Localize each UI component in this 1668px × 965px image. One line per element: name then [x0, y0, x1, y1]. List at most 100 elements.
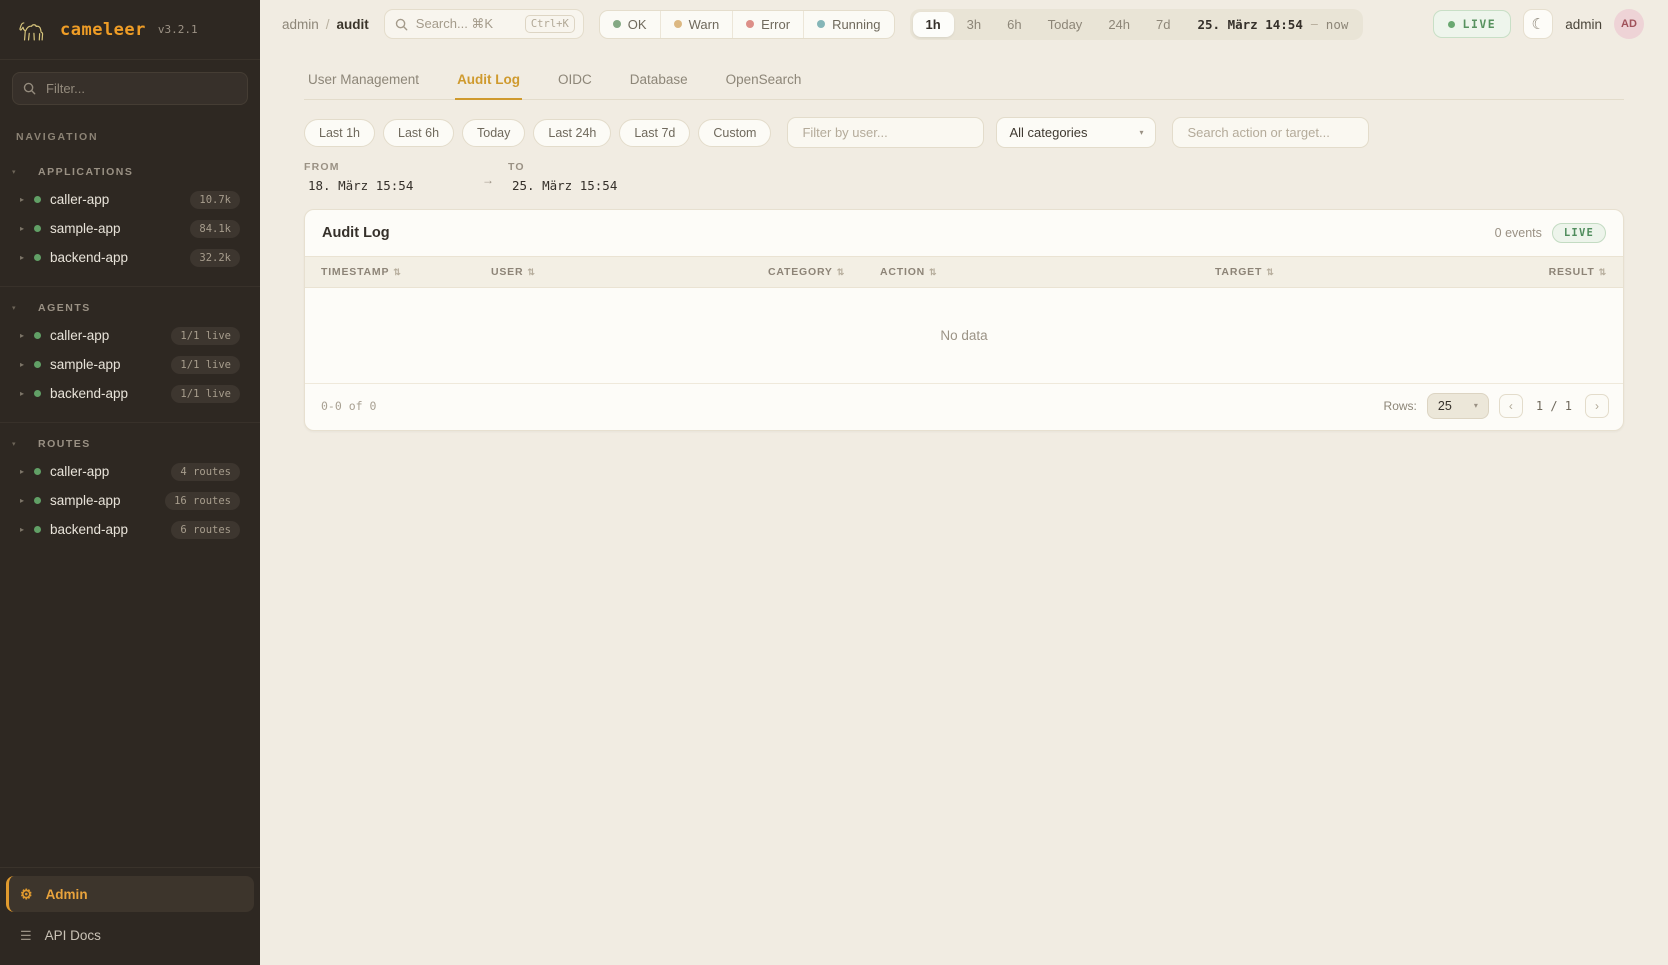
- error-dot-icon: [746, 20, 754, 28]
- sidebar-item-routes-sample-app[interactable]: ▸ sample-app 16 routes: [0, 486, 260, 515]
- column-header-result[interactable]: RESULT ⇅: [1523, 266, 1607, 278]
- previous-page-button[interactable]: ‹: [1499, 394, 1523, 418]
- chevron-right-icon: ▸: [20, 196, 33, 204]
- chip-custom[interactable]: Custom: [698, 119, 771, 147]
- list-icon: ☰: [20, 929, 32, 942]
- status-filter-error[interactable]: Error: [732, 11, 803, 38]
- moon-icon: ☾: [1531, 15, 1544, 33]
- item-badge: 1/1 live: [171, 385, 240, 403]
- chevron-down-icon: ▾: [12, 305, 22, 312]
- sidebar-item-routes-backend-app[interactable]: ▸ backend-app 6 routes: [0, 515, 260, 544]
- sort-icon: ⇅: [1266, 267, 1274, 278]
- chip-last-24h[interactable]: Last 24h: [533, 119, 611, 147]
- tab-opensearch[interactable]: OpenSearch: [724, 60, 804, 99]
- breadcrumb-current: audit: [337, 17, 369, 32]
- tab-user-management[interactable]: User Management: [306, 60, 421, 99]
- tab-database[interactable]: Database: [628, 60, 690, 99]
- column-label: TARGET: [1215, 266, 1262, 278]
- time-range-24h[interactable]: 24h: [1095, 12, 1143, 37]
- sidebar-item-applications-backend-app[interactable]: ▸ backend-app 32.2k: [0, 243, 260, 272]
- sidebar-item-agents-backend-app[interactable]: ▸ backend-app 1/1 live: [0, 379, 260, 408]
- nav-group-applications: ▾ APPLICATIONS ▸ caller-app 10.7k ▸ samp…: [0, 151, 260, 282]
- status-filter-running[interactable]: Running: [803, 11, 893, 38]
- item-label: sample-app: [50, 221, 121, 236]
- sort-icon: ⇅: [837, 267, 845, 278]
- camel-logo-icon: [16, 13, 50, 47]
- audit-filters-row: Last 1h Last 6h Today Last 24h Last 7d C…: [304, 117, 1624, 148]
- chevron-right-icon: ▸: [20, 225, 33, 233]
- dark-mode-toggle[interactable]: ☾: [1523, 9, 1553, 39]
- status-label: Running: [832, 17, 880, 32]
- column-header-category[interactable]: CATEGORY ⇅: [768, 266, 880, 278]
- sidebar-item-applications-sample-app[interactable]: ▸ sample-app 84.1k: [0, 214, 260, 243]
- live-label: LIVE: [1463, 17, 1497, 31]
- status-dot: [34, 225, 41, 232]
- column-header-user[interactable]: USER ⇅: [491, 266, 768, 278]
- card-title: Audit Log: [322, 225, 390, 241]
- sidebar-item-agents-caller-app[interactable]: ▸ caller-app 1/1 live: [0, 321, 260, 350]
- column-label: ACTION: [880, 266, 925, 278]
- events-count: 0 events: [1495, 226, 1542, 240]
- sidebar-item-routes-caller-app[interactable]: ▸ caller-app 4 routes: [0, 457, 260, 486]
- action-target-search-field: [1172, 117, 1369, 148]
- from-value[interactable]: 18. März 15:54: [304, 178, 482, 193]
- column-header-timestamp[interactable]: TIMESTAMP ⇅: [321, 266, 491, 278]
- sidebar-filter-input[interactable]: [44, 80, 237, 97]
- main-area: admin / audit Search... ⌘K Ctrl+K OK War: [260, 0, 1668, 965]
- chevron-right-icon: ▸: [20, 254, 33, 262]
- chevron-down-icon: ▾: [1474, 402, 1478, 410]
- user-filter-input[interactable]: [800, 124, 971, 141]
- live-toggle-button[interactable]: LIVE: [1433, 10, 1512, 38]
- chip-last-6h[interactable]: Last 6h: [383, 119, 454, 147]
- sort-icon: ⇅: [393, 267, 401, 278]
- brand-name: cameleer: [60, 20, 146, 40]
- global-search[interactable]: Search... ⌘K Ctrl+K: [384, 9, 584, 39]
- brand-header: cameleer v3.2.1: [0, 0, 260, 60]
- time-range-7d[interactable]: 7d: [1143, 12, 1183, 37]
- rows-per-page-select[interactable]: 25 ▾: [1427, 393, 1489, 419]
- action-target-search-input[interactable]: [1185, 124, 1356, 141]
- chip-last-7d[interactable]: Last 7d: [619, 119, 690, 147]
- time-range-today[interactable]: Today: [1035, 12, 1096, 37]
- topbar: admin / audit Search... ⌘K Ctrl+K OK War: [260, 0, 1668, 48]
- column-header-action[interactable]: ACTION ⇅: [880, 266, 1215, 278]
- app-root: cameleer v3.2.1 NAVIGATION ▾ APPLICATION…: [0, 0, 1668, 965]
- sidebar-item-agents-sample-app[interactable]: ▸ sample-app 1/1 live: [0, 350, 260, 379]
- chip-last-1h[interactable]: Last 1h: [304, 119, 375, 147]
- next-page-button[interactable]: ›: [1585, 394, 1609, 418]
- tab-oidc[interactable]: OIDC: [556, 60, 594, 99]
- status-label: Warn: [689, 17, 720, 32]
- tab-audit-log[interactable]: Audit Log: [455, 60, 522, 100]
- to-value[interactable]: 25. März 15:54: [508, 178, 617, 193]
- item-label: backend-app: [50, 386, 128, 401]
- column-header-target[interactable]: TARGET ⇅: [1215, 266, 1523, 278]
- time-range-3h[interactable]: 3h: [954, 12, 994, 37]
- chevron-right-icon: ▸: [20, 497, 33, 505]
- chip-today[interactable]: Today: [462, 119, 525, 147]
- search-icon: [395, 18, 408, 31]
- sort-icon: ⇅: [929, 267, 937, 278]
- empty-state-message: No data: [305, 288, 1623, 384]
- breadcrumb-parent[interactable]: admin: [282, 17, 319, 32]
- status-filter-ok[interactable]: OK: [600, 11, 660, 38]
- api-docs-label: API Docs: [45, 928, 101, 943]
- chevron-down-icon: ▾: [1139, 129, 1143, 137]
- column-label: CATEGORY: [768, 266, 833, 278]
- range-end-now: now: [1320, 17, 1361, 32]
- audit-log-card: Audit Log 0 events LIVE TIMESTAMP ⇅ USER…: [304, 209, 1624, 431]
- sidebar-filter[interactable]: [12, 72, 248, 105]
- time-range-6h[interactable]: 6h: [994, 12, 1034, 37]
- sidebar-item-applications-caller-app[interactable]: ▸ caller-app 10.7k: [0, 185, 260, 214]
- live-badge: LIVE: [1552, 223, 1606, 243]
- avatar[interactable]: AD: [1614, 9, 1644, 39]
- current-datetime: 25. März 14:54: [1183, 17, 1308, 32]
- group-header-routes[interactable]: ▾ ROUTES: [0, 431, 260, 457]
- group-header-agents[interactable]: ▾ AGENTS: [0, 295, 260, 321]
- category-select[interactable]: All categories ▾: [996, 117, 1156, 148]
- sidebar-item-api-docs[interactable]: ☰ API Docs: [6, 917, 254, 953]
- time-range-1h[interactable]: 1h: [913, 12, 954, 37]
- status-filter-warn[interactable]: Warn: [660, 11, 733, 38]
- sidebar-item-admin[interactable]: ⚙ Admin: [6, 876, 254, 912]
- group-header-applications[interactable]: ▾ APPLICATIONS: [0, 159, 260, 185]
- status-dot: [34, 468, 41, 475]
